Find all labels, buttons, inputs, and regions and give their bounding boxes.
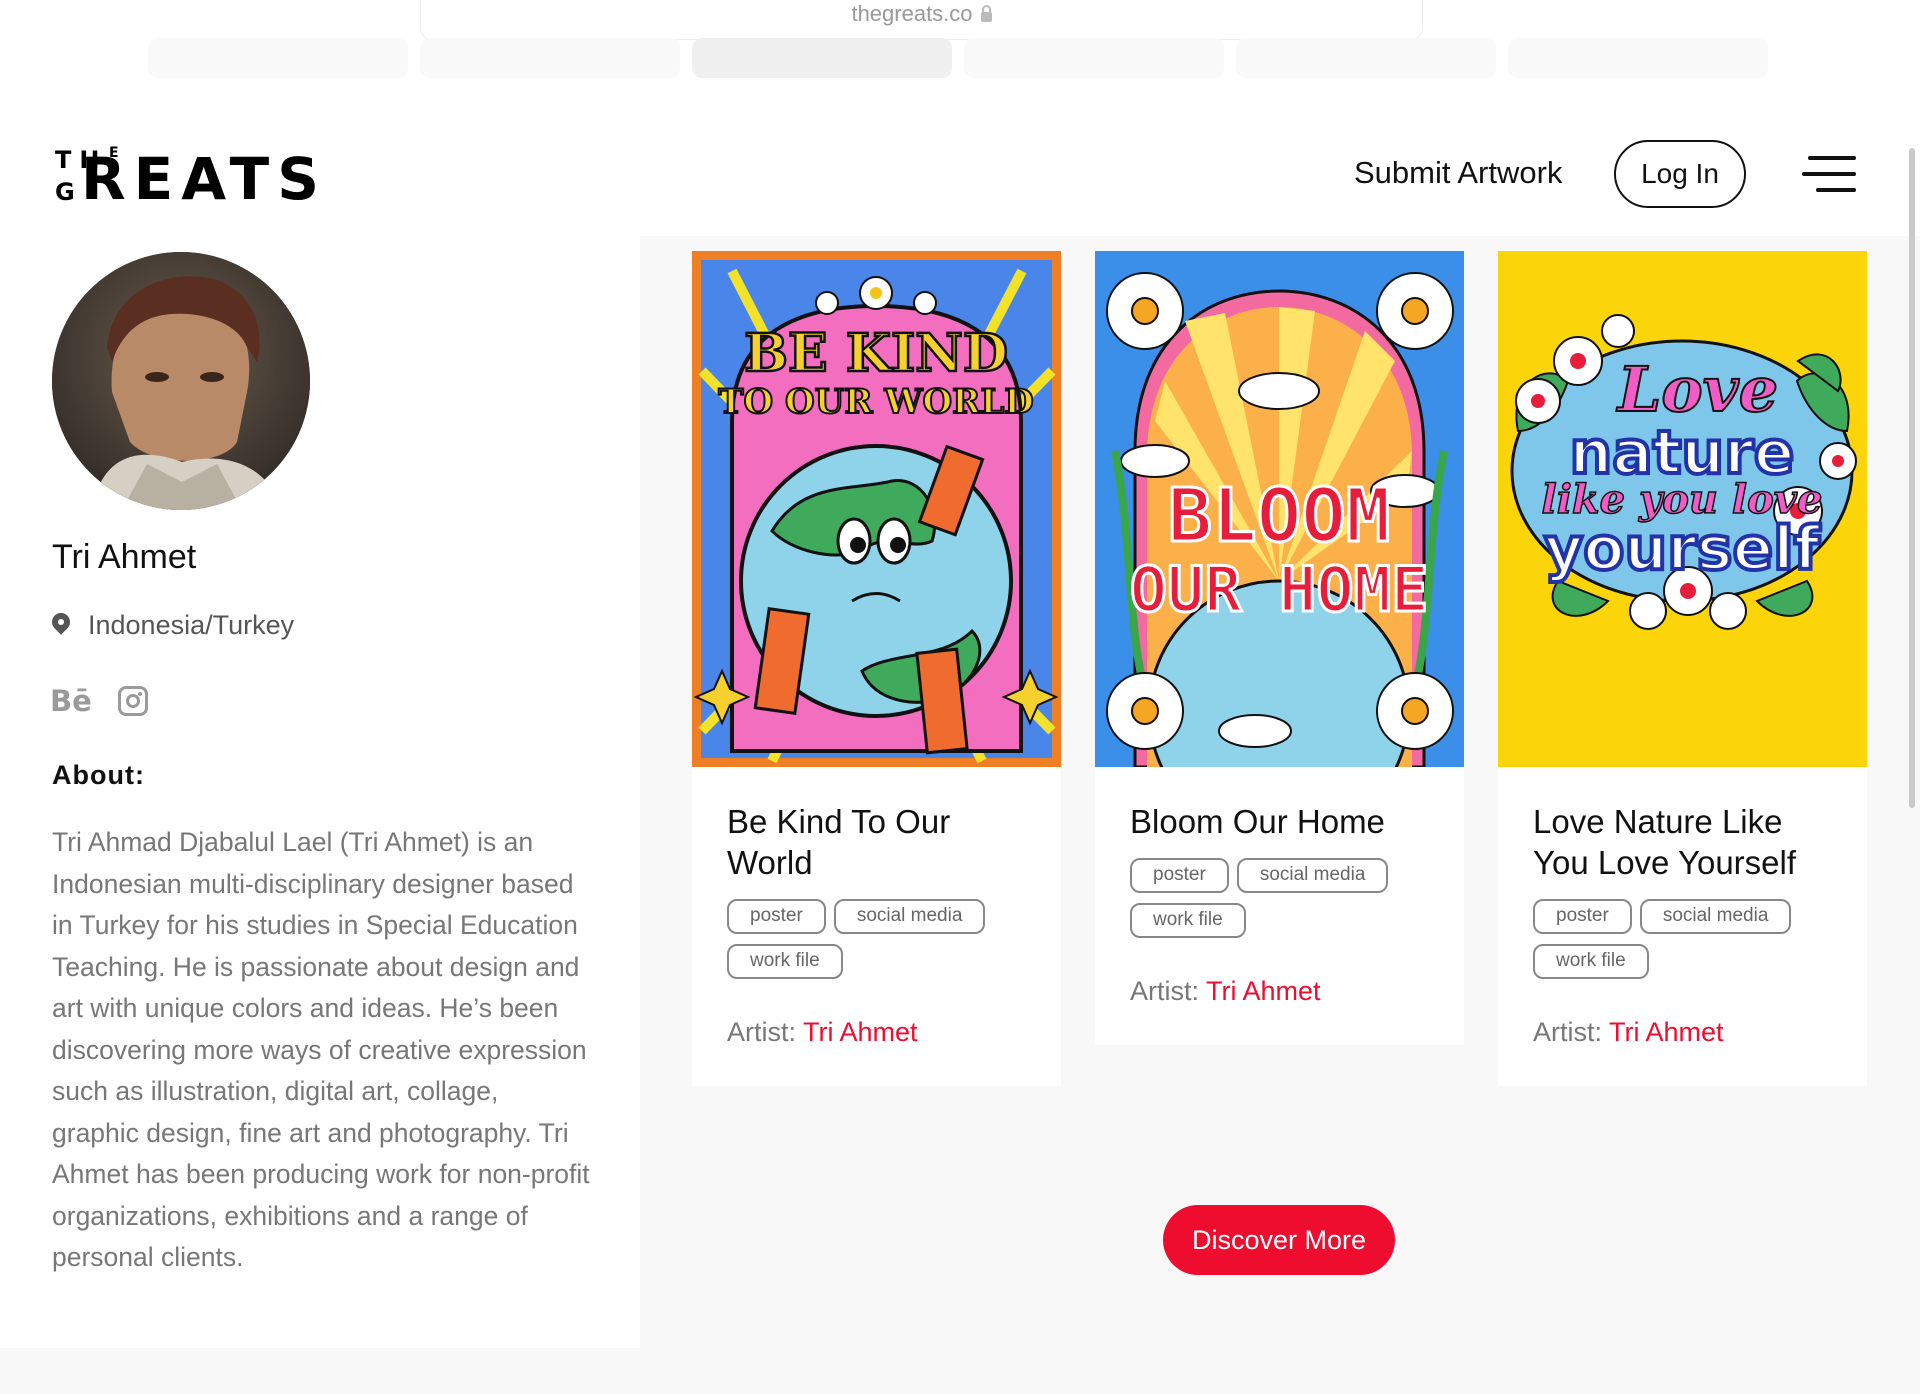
about-heading: About: bbox=[52, 760, 145, 790]
tag-poster[interactable]: poster bbox=[1130, 858, 1229, 893]
artwork-image[interactable]: BLOOM OUR HOME bbox=[1095, 251, 1464, 767]
browser-tab[interactable] bbox=[1508, 38, 1768, 78]
site-header: TH G REATS E Submit Artwork Log In bbox=[0, 100, 1920, 236]
logo-e: E bbox=[109, 145, 119, 161]
tag-work-file[interactable]: work file bbox=[1130, 903, 1246, 938]
browser-tab[interactable] bbox=[964, 38, 1224, 78]
artist-link[interactable]: Tri Ahmet bbox=[803, 1017, 918, 1047]
tag-social-media[interactable]: social media bbox=[833, 899, 986, 934]
about-text: Tri Ahmad Djabalul Lael (Tri Ahmet) is a… bbox=[52, 827, 590, 1272]
address-host: thegreats.co bbox=[851, 1, 973, 26]
address-bar[interactable]: thegreats.co bbox=[420, 0, 1423, 40]
browser-tab[interactable] bbox=[420, 38, 680, 78]
login-button[interactable]: Log In bbox=[1614, 140, 1746, 208]
discover-more-button[interactable]: Discover More bbox=[1163, 1205, 1395, 1275]
social-links: Bē bbox=[50, 684, 148, 718]
artwork-title[interactable]: Be Kind To Our World bbox=[692, 767, 1061, 883]
artwork-artist: Artist: Tri Ahmet bbox=[1095, 938, 1464, 1045]
artwork-image[interactable]: Love nature like you love yourself bbox=[1498, 251, 1867, 767]
art-title-line1: BLOOM bbox=[1168, 473, 1391, 559]
art-title-line2: OUR HOME bbox=[1130, 553, 1429, 626]
artist-prefix: Artist: bbox=[1130, 976, 1207, 1006]
art-title-line1: BE KIND bbox=[744, 323, 1008, 384]
artwork-tags: poster social media work file bbox=[1498, 883, 1867, 979]
lock-icon bbox=[980, 5, 992, 22]
artist-location: Indonesia/Turkey bbox=[52, 610, 294, 641]
page-scrollbar[interactable] bbox=[1909, 148, 1915, 808]
artwork-title[interactable]: Bloom Our Home bbox=[1095, 767, 1464, 842]
artwork-card[interactable]: Love nature like you love yourself Love … bbox=[1498, 251, 1867, 1086]
logo-g: G bbox=[55, 178, 75, 206]
artist-link[interactable]: Tri Ahmet bbox=[1206, 976, 1321, 1006]
tag-social-media[interactable]: social media bbox=[1236, 858, 1389, 893]
browser-tab[interactable] bbox=[1236, 38, 1496, 78]
artwork-card[interactable]: BE KIND TO OUR WORLD Be Kind To Our Worl… bbox=[692, 251, 1061, 1086]
artist-prefix: Artist: bbox=[727, 1017, 804, 1047]
artwork-artist: Artist: Tri Ahmet bbox=[692, 979, 1061, 1086]
artist-prefix: Artist: bbox=[1533, 1017, 1610, 1047]
artwork-title[interactable]: Love Nature Like You Love Yourself bbox=[1498, 767, 1867, 883]
location-pin-icon bbox=[52, 613, 70, 639]
tag-poster[interactable]: poster bbox=[727, 899, 826, 934]
tab-strip bbox=[148, 38, 1768, 78]
tag-work-file[interactable]: work file bbox=[727, 944, 843, 979]
browser-chrome: thegreats.co bbox=[0, 0, 1920, 100]
browser-tab-active[interactable] bbox=[692, 38, 952, 78]
tag-poster[interactable]: poster bbox=[1533, 899, 1632, 934]
submit-artwork-link[interactable]: Submit Artwork bbox=[1354, 155, 1562, 191]
behance-icon[interactable]: Bē bbox=[50, 684, 92, 718]
tag-work-file[interactable]: work file bbox=[1533, 944, 1649, 979]
artwork-tags: poster social media work file bbox=[692, 883, 1061, 979]
artist-profile-sidebar: Tri Ahmet Indonesia/Turkey Bē About: Tri… bbox=[0, 236, 640, 1348]
artwork-artist: Artist: Tri Ahmet bbox=[1498, 979, 1867, 1086]
tag-social-media[interactable]: social media bbox=[1639, 899, 1792, 934]
artist-avatar bbox=[52, 252, 310, 510]
artwork-tags: poster social media work file bbox=[1095, 842, 1464, 938]
artist-name: Tri Ahmet bbox=[52, 538, 197, 576]
artwork-image[interactable]: BE KIND TO OUR WORLD bbox=[692, 251, 1061, 767]
location-text: Indonesia/Turkey bbox=[88, 610, 295, 640]
site-logo[interactable]: TH G REATS E bbox=[52, 144, 319, 210]
browser-tab[interactable] bbox=[148, 38, 408, 78]
artist-link[interactable]: Tri Ahmet bbox=[1609, 1017, 1724, 1047]
artwork-card[interactable]: BLOOM OUR HOME Bloom Our Home poster soc… bbox=[1095, 251, 1464, 1045]
hamburger-menu-icon[interactable] bbox=[1802, 156, 1856, 196]
art-title-line2: TO OUR WORLD bbox=[718, 382, 1034, 422]
art-title-line4: yourself bbox=[1544, 514, 1821, 584]
art-title-line1: Love bbox=[1616, 353, 1778, 426]
instagram-icon[interactable] bbox=[117, 686, 148, 716]
